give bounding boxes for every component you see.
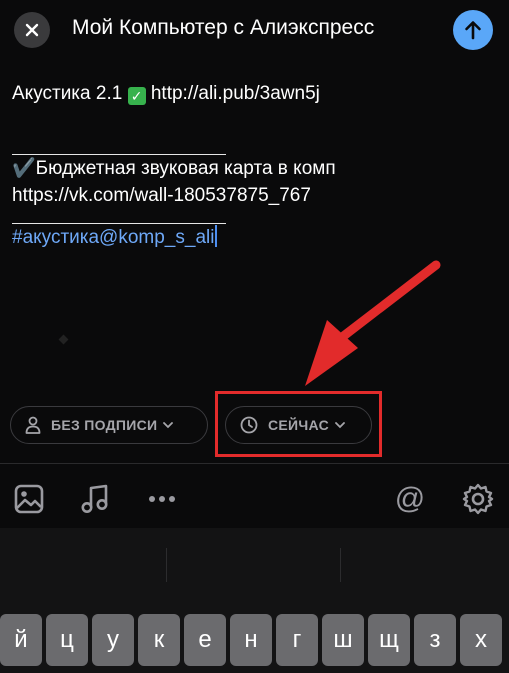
key[interactable]: е [184, 614, 226, 666]
key[interactable]: у [92, 614, 134, 666]
keyboard-divider [166, 548, 167, 582]
signature-selector[interactable]: БЕЗ ПОДПИСИ [10, 406, 208, 444]
mention-icon[interactable]: @ [393, 482, 427, 516]
annotation-highlight-box [215, 391, 382, 457]
key[interactable]: ц [46, 614, 88, 666]
key[interactable]: й [0, 614, 42, 666]
music-icon[interactable] [78, 482, 112, 516]
more-icon[interactable] [145, 482, 179, 516]
key[interactable]: х [460, 614, 502, 666]
signature-label: БЕЗ ПОДПИСИ [51, 417, 158, 433]
key[interactable]: з [414, 614, 456, 666]
keyboard-divider [340, 548, 341, 582]
key[interactable]: щ [368, 614, 410, 666]
keyboard: й ц у к е н г ш щ з х [0, 528, 509, 673]
key[interactable]: г [276, 614, 318, 666]
key[interactable]: к [138, 614, 180, 666]
user-icon [25, 416, 41, 434]
divider [0, 463, 509, 464]
key[interactable]: ш [322, 614, 364, 666]
settings-icon[interactable] [461, 482, 495, 516]
key[interactable]: н [230, 614, 272, 666]
image-icon[interactable] [12, 482, 46, 516]
chevron-down-icon [163, 421, 174, 429]
